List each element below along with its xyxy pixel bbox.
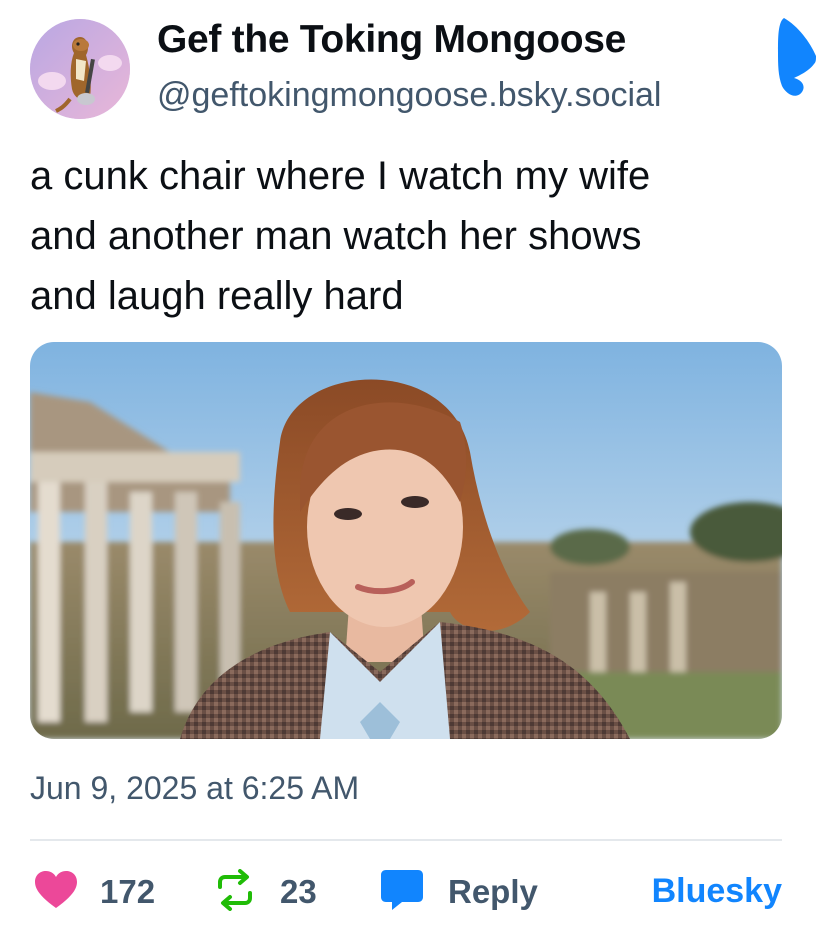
- author-handle[interactable]: @geftokingmongoose.bsky.social: [157, 76, 662, 115]
- bluesky-butterfly-icon[interactable]: [776, 16, 820, 96]
- reply-label: Reply: [448, 873, 538, 910]
- repost-count: 23: [280, 873, 317, 910]
- repost-icon: [214, 868, 256, 916]
- repost-stat[interactable]: 23: [214, 862, 317, 922]
- post-timestamp[interactable]: Jun 9, 2025 at 6:25 AM: [30, 770, 359, 807]
- divider: [30, 839, 782, 841]
- heart-icon: [34, 870, 78, 915]
- bluesky-post-embed: Gef the Toking Mongoose @geftokingmongoo…: [0, 0, 820, 932]
- like-count: 172: [100, 873, 156, 910]
- post-text: a cunk chair where I watch my wife and a…: [30, 154, 651, 318]
- reply-button[interactable]: Reply: [380, 862, 538, 922]
- author-display-name[interactable]: Gef the Toking Mongoose: [157, 18, 626, 62]
- bluesky-link[interactable]: Bluesky: [652, 872, 782, 911]
- author-avatar[interactable]: [30, 19, 130, 119]
- like-stat[interactable]: 172: [34, 862, 155, 922]
- reply-bubble-icon: [380, 868, 424, 917]
- post-image[interactable]: [30, 342, 782, 739]
